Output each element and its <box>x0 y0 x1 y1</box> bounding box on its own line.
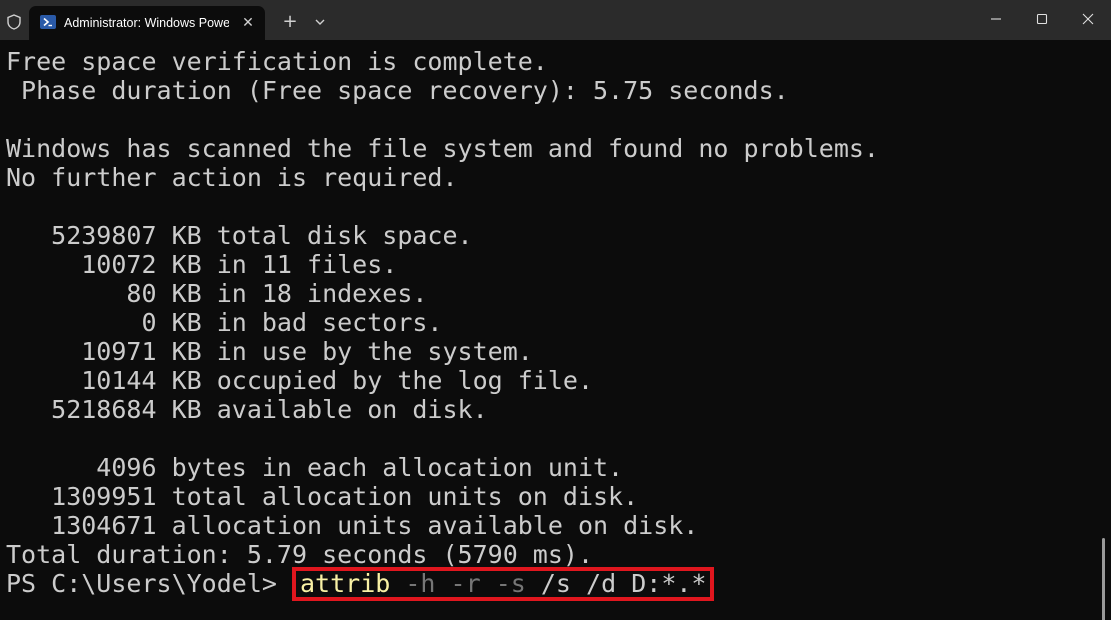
maximize-icon <box>1036 13 1048 25</box>
command-param: -r <box>450 569 481 598</box>
prompt-path: PS C:\Users\Yodel> <box>6 569 292 598</box>
command-prompt-line[interactable]: PS C:\Users\Yodel> attrib -h -r -s /s /d… <box>6 567 715 601</box>
output-line: 5239807 KB total disk space. <box>6 221 473 250</box>
command-switch: /s <box>540 569 571 598</box>
command-target: D:*.* <box>631 569 707 598</box>
new-tab-button[interactable]: + <box>280 12 300 32</box>
output-line: 80 KB in 18 indexes. <box>6 279 428 308</box>
powershell-window: Administrator: Windows PowerShell ✕ + Fr… <box>0 0 1111 620</box>
output-line: Free space verification is complete. <box>6 47 548 76</box>
tab-close-icon[interactable]: ✕ <box>240 15 256 31</box>
tab-powershell[interactable]: Administrator: Windows PowerShell ✕ <box>29 6 265 40</box>
shield-icon <box>7 14 21 30</box>
tab-title: Administrator: Windows PowerShell <box>64 16 229 30</box>
output-line: 1309951 total allocation units on disk. <box>6 482 639 511</box>
output-line: 0 KB in bad sectors. <box>6 308 443 337</box>
output-line: 10971 KB in use by the system. <box>6 337 533 366</box>
output-line: Total duration: 5.79 seconds (5790 ms). <box>6 540 593 569</box>
output-line: 10144 KB occupied by the log file. <box>6 366 593 395</box>
output-line: Phase duration (Free space recovery): 5.… <box>6 76 789 105</box>
chevron-down-icon[interactable] <box>311 12 329 32</box>
terminal-output[interactable]: Free space verification is complete. Pha… <box>0 40 1111 620</box>
command-switch: /d <box>586 569 617 598</box>
output-line: No further action is required. <box>6 163 458 192</box>
highlighted-command: attrib -h -r -s /s /d D:*.* <box>291 567 715 601</box>
output-line: 5218684 KB available on disk. <box>6 395 488 424</box>
output-line: 1304671 allocation units available on di… <box>6 511 699 540</box>
powershell-icon <box>40 15 56 29</box>
output-line: 10072 KB in 11 files. <box>6 250 398 279</box>
output-line: Windows has scanned the file system and … <box>6 134 879 163</box>
maximize-button[interactable] <box>1019 0 1065 38</box>
command-name: attrib <box>299 569 391 598</box>
output-line: 4096 bytes in each allocation unit. <box>6 453 624 482</box>
minimize-icon <box>991 18 1001 20</box>
command-param: -h <box>405 569 436 598</box>
scrollbar-thumb[interactable] <box>1102 538 1105 620</box>
close-window-button[interactable] <box>1065 0 1111 38</box>
command-param: -s <box>495 569 526 598</box>
title-bar[interactable]: Administrator: Windows PowerShell ✕ + <box>0 0 1111 40</box>
close-icon <box>1082 13 1094 25</box>
minimize-button[interactable] <box>973 0 1019 38</box>
